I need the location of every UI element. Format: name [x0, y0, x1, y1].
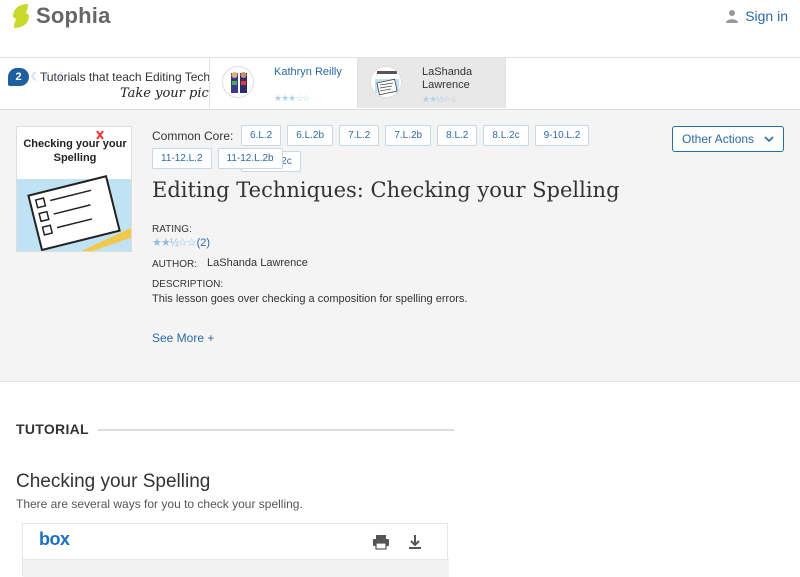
- tutorial-author-name: Kathryn Reilly: [274, 66, 342, 78]
- tutorial-thumbnail: [370, 66, 402, 98]
- lesson-thumbnail: Checking your your Spelling: [16, 126, 132, 252]
- tutorial-rating-stars: ★★½☆☆: [422, 94, 458, 104]
- description-label: DESCRIPTION:: [152, 279, 224, 290]
- common-core-label: Common Core:: [152, 129, 234, 143]
- description-text: This lesson goes over checking a composi…: [152, 293, 468, 305]
- section-title: Checking your Spelling: [16, 471, 211, 492]
- tutorial-card-kathryn[interactable]: Kathryn Reilly ★★★☆☆: [210, 58, 358, 108]
- document-viewer: box: [22, 523, 449, 577]
- sign-in-label: Sign in: [745, 8, 788, 24]
- standard-tag[interactable]: 9-10.L.2: [534, 125, 590, 146]
- see-more-link[interactable]: See More +: [152, 331, 214, 345]
- author-name: LaShanda Lawrence: [207, 257, 308, 269]
- download-button[interactable]: [405, 532, 425, 552]
- take-your-pick-text: Take your pick:: [120, 86, 209, 101]
- author-avatar: [222, 66, 254, 98]
- tutorials-intro: ‹ ‹ ‹ 2 Tutorials that teach Editing Tec…: [0, 58, 210, 108]
- chevron-down-icon: [764, 135, 774, 142]
- section-subtitle: There are several ways for you to check …: [16, 497, 303, 511]
- tutorials-intro-text: Tutorials that teach Editing Tech: [40, 70, 210, 84]
- standard-tag[interactable]: 11-12.L.2: [152, 148, 212, 169]
- download-icon: [409, 535, 421, 549]
- viewer-content-area: [23, 559, 449, 577]
- print-icon: [373, 535, 389, 550]
- standard-tag[interactable]: 7.L.2: [339, 125, 380, 146]
- rating-stars: ★★½☆☆: [152, 237, 197, 249]
- standard-tag[interactable]: 11-12.L.2b: [217, 148, 283, 169]
- standard-tag[interactable]: 6.L.2: [241, 125, 282, 146]
- author-label: AUTHOR:: [152, 259, 197, 270]
- print-button[interactable]: [371, 532, 391, 552]
- box-logo: box: [39, 529, 70, 549]
- lesson-title: Editing Techniques: Checking your Spelli…: [152, 178, 620, 202]
- standard-tag[interactable]: 8.L.2c: [483, 125, 529, 146]
- user-icon: [726, 10, 739, 23]
- sophia-logo[interactable]: Sophia: [10, 3, 111, 29]
- sign-in-link[interactable]: Sign in: [725, 8, 788, 24]
- tutorial-author-name: LaShanda Lawrence: [422, 66, 473, 91]
- rating-count-link[interactable]: (2): [197, 237, 210, 249]
- lesson-details: Checking your your Spelling Common Core:…: [0, 110, 800, 382]
- other-actions-label: Other Actions: [682, 132, 755, 146]
- site-header: Sophia Sign in: [0, 0, 800, 58]
- standard-tag[interactable]: 6.L.2b: [287, 125, 334, 146]
- other-actions-button[interactable]: Other Actions: [672, 126, 784, 152]
- tutorial-heading: TUTORIAL: [16, 421, 89, 437]
- rating-row: ★★½☆☆ (2): [152, 236, 210, 250]
- standards-tags: 6.L.2 6.L.2b 7.L.2 7.L.2b 8.L.2 8.L.2c 9…: [241, 125, 623, 172]
- tutorial-rating-stars: ★★★☆☆: [274, 93, 310, 103]
- standard-tag[interactable]: 8.L.2: [437, 125, 478, 146]
- standard-tag[interactable]: 7.L.2b: [385, 125, 432, 146]
- tutorial-count-badge: 2: [8, 68, 29, 86]
- standards-tags-row2: 11-12.L.2 11-12.L.2b: [152, 148, 283, 169]
- sophia-leaf-icon: [13, 4, 29, 28]
- brand-name: Sophia: [36, 3, 111, 28]
- tutorials-strip: ‹ ‹ ‹ 2 Tutorials that teach Editing Tec…: [0, 58, 800, 110]
- divider: [98, 429, 454, 431]
- tutorial-card-lashanda[interactable]: LaShanda Lawrence ★★½☆☆: [358, 58, 506, 108]
- rating-label: RATING:: [152, 224, 192, 235]
- checklist-illustration: [17, 130, 131, 251]
